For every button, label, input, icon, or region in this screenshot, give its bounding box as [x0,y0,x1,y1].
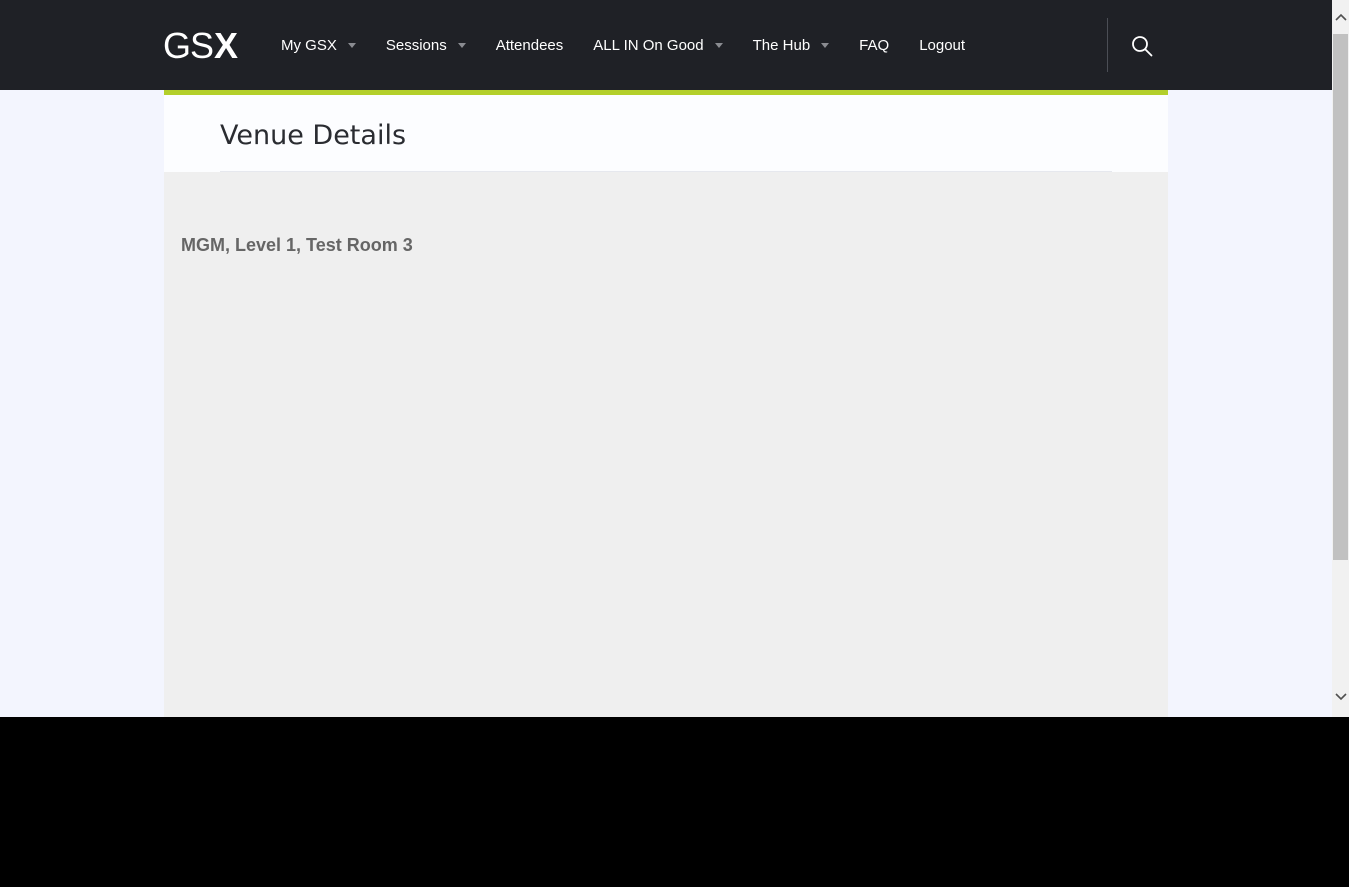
vertical-scrollbar[interactable] [1332,0,1349,717]
nav-item-label: ALL IN On Good [593,36,704,54]
logo-text-x: X [214,25,238,66]
page-title: Venue Details [220,120,407,151]
caret-down-icon [821,43,830,48]
nav-divider [1107,18,1108,72]
nav-item-sessions[interactable]: Sessions [371,0,481,90]
black-letterbox-area [0,717,1349,887]
nav-item-the-hub[interactable]: The Hub [738,0,845,90]
top-navigation-bar: GS X My GSX Sessions Attendees ALL IN On … [0,0,1332,90]
nav-item-label: Logout [919,36,966,54]
logo-text-gs: GS [163,25,214,66]
nav-item-logout[interactable]: Logout [904,0,980,90]
scroll-thumb[interactable] [1333,34,1348,560]
venue-name: MGM, Level 1, Test Room 3 [181,235,413,255]
search-icon [1132,36,1153,57]
nav-item-my-gsx[interactable]: My GSX [266,0,371,90]
nav-item-faq[interactable]: FAQ [844,0,904,90]
chevron-up-icon [1334,13,1347,21]
scroll-down-button[interactable] [1332,688,1349,705]
gsx-logo[interactable]: GS X [163,25,238,66]
caret-down-icon [714,43,723,48]
caret-down-icon [457,43,466,48]
browser-viewport: GS X My GSX Sessions Attendees ALL IN On … [0,0,1332,717]
header-divider [220,171,1112,172]
main-content: Venue Details MGM, Level 1, Test Room 3 [164,90,1168,717]
nav-item-label: FAQ [859,36,890,54]
chevron-down-icon [1334,692,1347,700]
nav-item-all-in-on-good[interactable]: ALL IN On Good [578,0,737,90]
nav-item-label: My GSX [281,36,337,54]
page-header-panel: Venue Details [164,95,1168,172]
caret-down-icon [347,43,356,48]
search-button[interactable] [1126,30,1158,62]
scroll-up-button[interactable] [1332,8,1349,25]
nav-item-label: Sessions [385,36,447,54]
nav-item-label: Attendees [495,36,564,54]
nav-item-attendees[interactable]: Attendees [481,0,579,90]
main-nav: My GSX Sessions Attendees ALL IN On Good… [266,0,980,90]
nav-item-label: The Hub [752,36,811,54]
